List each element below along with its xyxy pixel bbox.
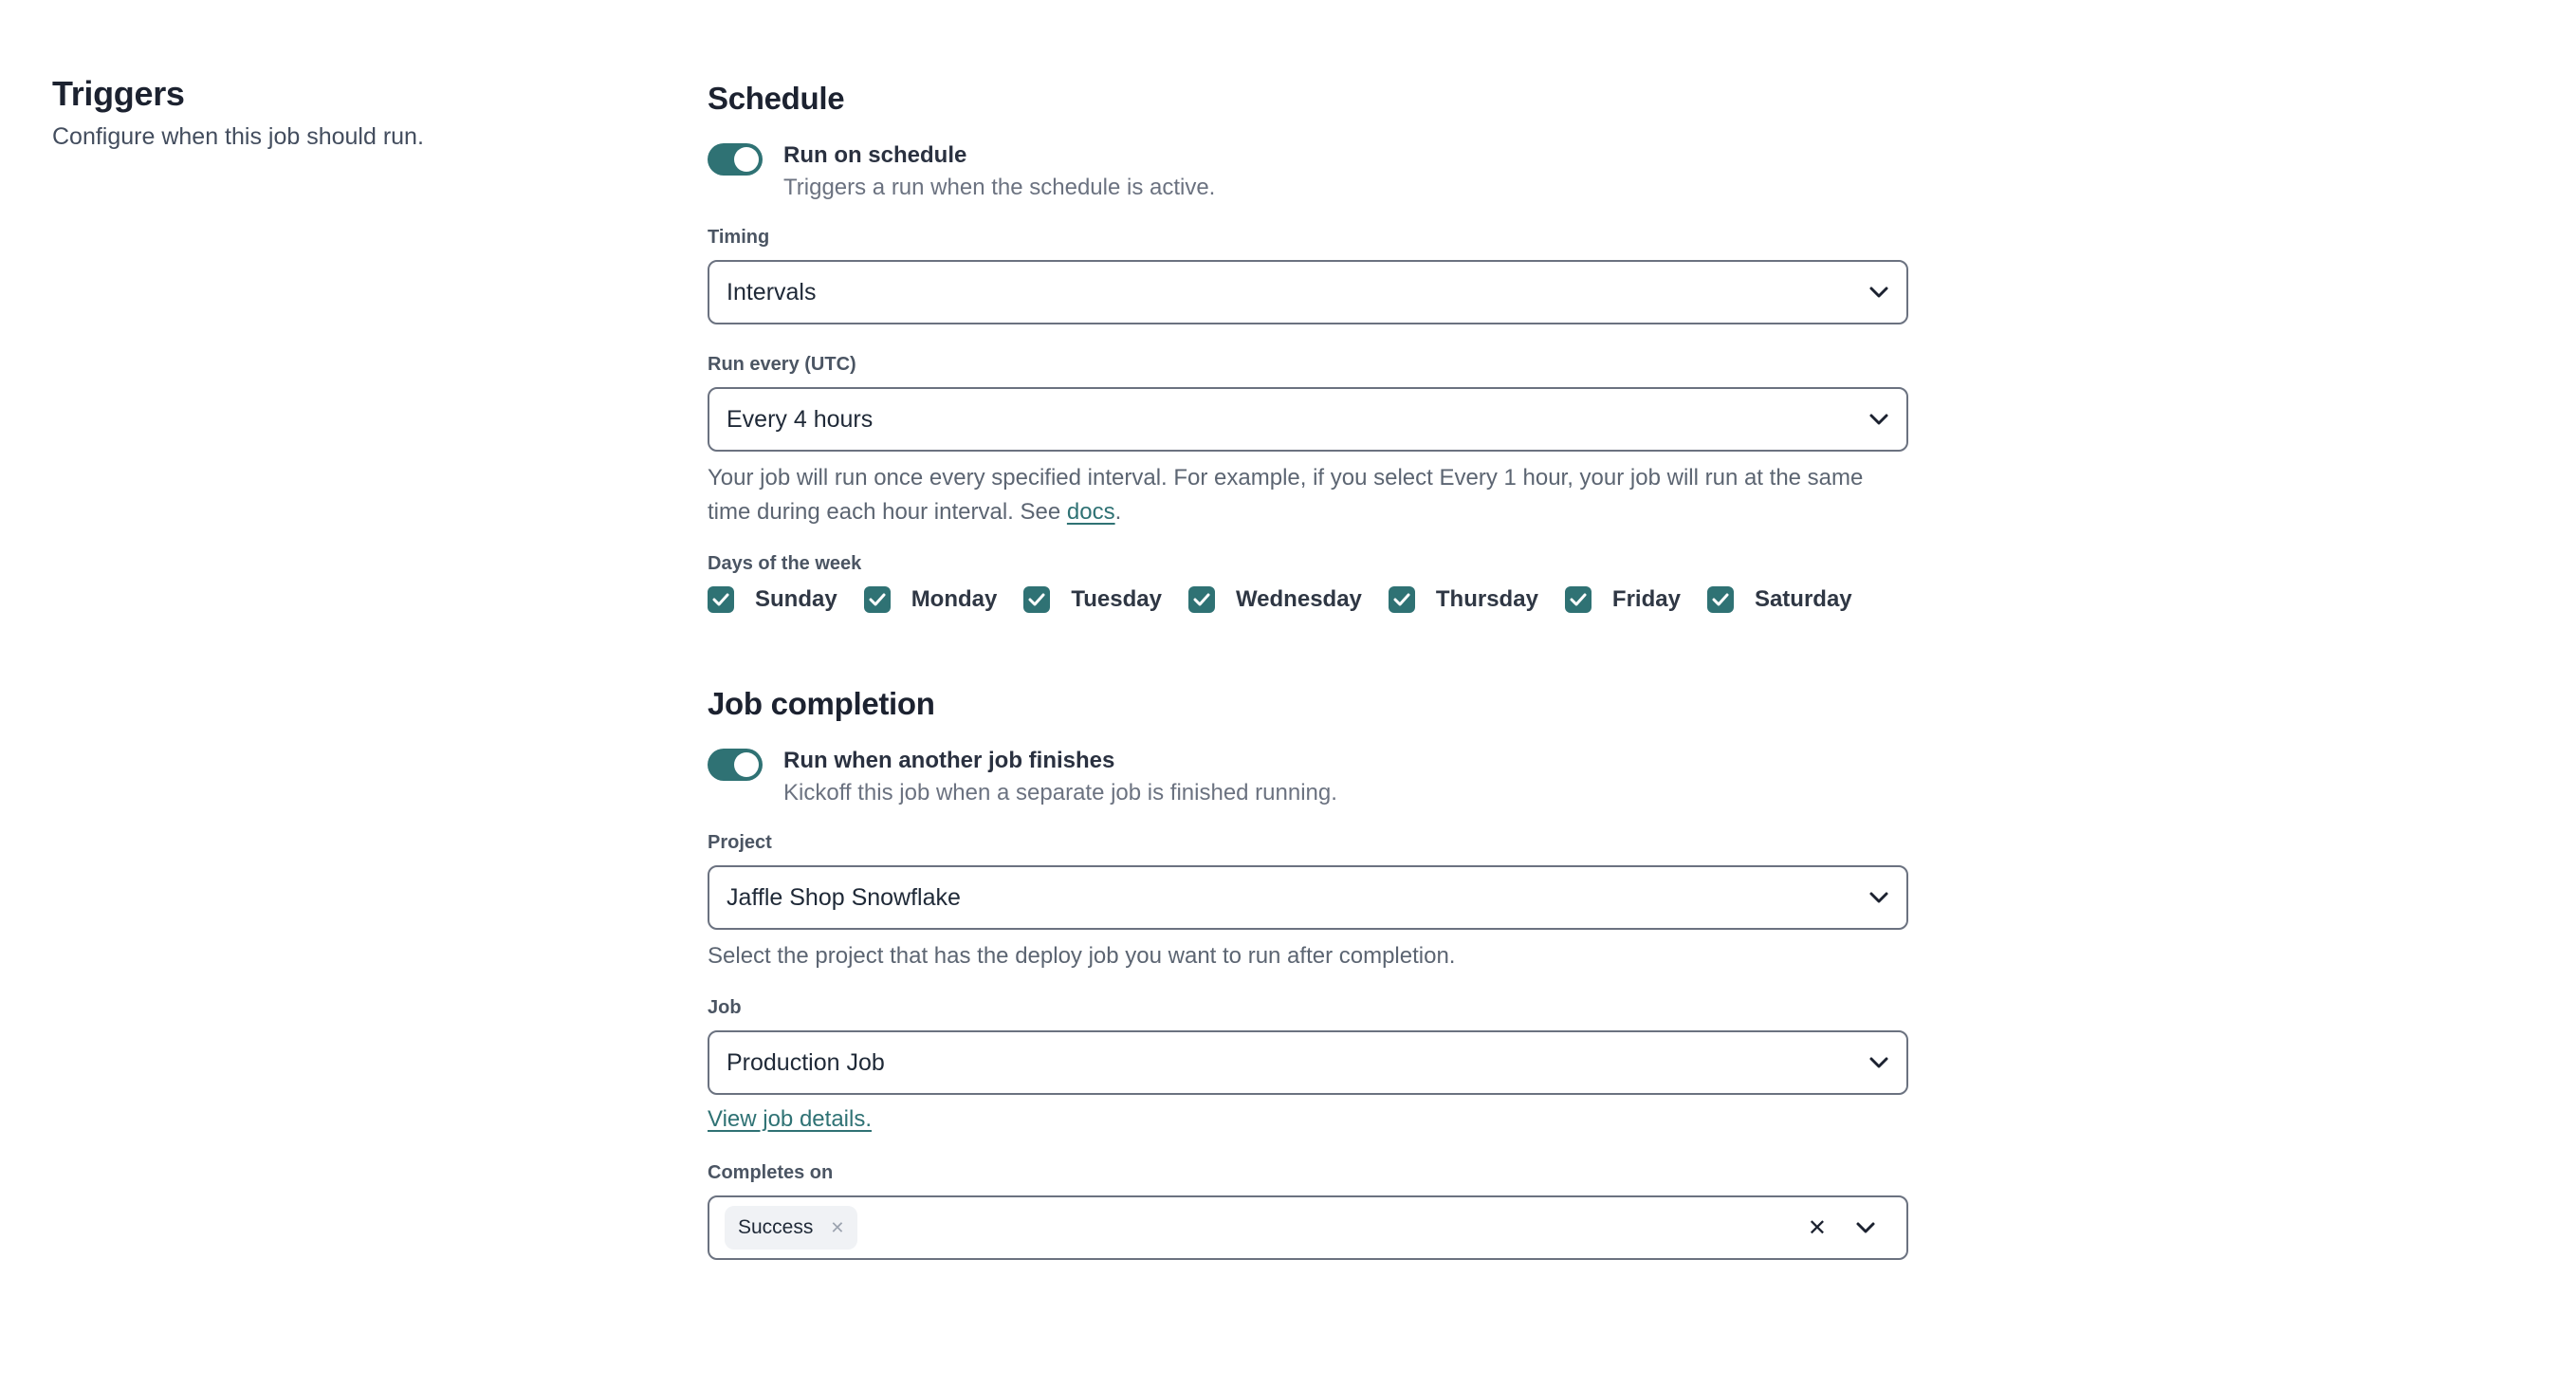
run-after-job-description: Kickoff this job when a separate job is … <box>783 780 1337 806</box>
job-value: Production Job <box>727 1048 885 1076</box>
run-after-job-label: Run when another job finishes <box>783 748 1115 773</box>
job-field: Job Production Job View job details. <box>708 996 1908 1137</box>
run-on-schedule-row: Run on schedule Triggers a run when the … <box>708 140 1908 205</box>
run-every-help-text: Your job will run once every specified i… <box>708 465 1864 525</box>
checkbox-checked-icon[interactable] <box>1706 586 1734 613</box>
day-checkbox-wednesday[interactable]: Wednesday <box>1187 586 1362 613</box>
day-label: Thursday <box>1435 586 1538 612</box>
selected-tags: Success ✕ <box>725 1206 1808 1250</box>
day-label: Wednesday <box>1235 586 1362 612</box>
chevron-down-icon <box>1868 409 1889 430</box>
checkbox-checked-icon[interactable] <box>863 586 891 613</box>
day-checkbox-saturday[interactable]: Saturday <box>1706 586 1852 613</box>
tag-label: Success <box>738 1216 814 1238</box>
chevron-down-icon <box>1868 282 1889 303</box>
chevron-down-icon <box>1868 1052 1889 1073</box>
day-label: Monday <box>911 586 998 612</box>
checkbox-checked-icon[interactable] <box>1564 586 1592 613</box>
remove-tag-icon[interactable]: ✕ <box>830 1218 844 1238</box>
chevron-down-icon <box>1868 887 1889 908</box>
run-every-help: Your job will run once every specified i… <box>708 461 1908 529</box>
run-after-job-row: Run when another job finishes Kickoff th… <box>708 746 1908 810</box>
checkbox-checked-icon[interactable] <box>1023 586 1051 613</box>
project-help: Select the project that has the deploy j… <box>708 943 1456 969</box>
timing-label: Timing <box>708 227 770 248</box>
tag-success: Success ✕ <box>725 1206 858 1250</box>
project-value: Jaffle Shop Snowflake <box>727 883 961 911</box>
run-every-label: Run every (UTC) <box>708 354 856 375</box>
timing-value: Intervals <box>727 278 817 306</box>
clear-selection-icon[interactable]: ✕ <box>1808 1214 1827 1242</box>
day-label: Friday <box>1611 586 1681 612</box>
page-description: Configure when this job should run. <box>52 123 424 150</box>
day-label: Sunday <box>755 586 837 612</box>
run-every-select[interactable]: Every 4 hours <box>708 387 1908 452</box>
checkbox-checked-icon[interactable] <box>1388 586 1415 613</box>
day-checkbox-monday[interactable]: Monday <box>863 586 998 613</box>
run-every-value: Every 4 hours <box>727 405 874 433</box>
toggle-knob <box>734 147 759 172</box>
job-label: Job <box>708 997 742 1018</box>
days-of-week-field: Days of the week Sunday Monday Tuesday W… <box>708 552 1908 613</box>
run-on-schedule-toggle[interactable] <box>708 143 763 176</box>
schedule-section-title: Schedule <box>708 81 845 116</box>
day-checkbox-tuesday[interactable]: Tuesday <box>1023 586 1162 613</box>
view-job-details-link[interactable]: View job details. <box>708 1106 872 1132</box>
page-title: Triggers <box>52 74 185 113</box>
day-checkbox-friday[interactable]: Friday <box>1564 586 1681 613</box>
days-checkbox-group: Sunday Monday Tuesday Wednesday Thursday… <box>708 586 1908 613</box>
help-suffix: . <box>1114 499 1122 525</box>
timing-field: Timing Intervals <box>708 226 1908 324</box>
day-checkbox-sunday[interactable]: Sunday <box>708 586 837 613</box>
checkbox-checked-icon[interactable] <box>708 586 734 613</box>
job-select[interactable]: Production Job <box>708 1030 1908 1095</box>
checkbox-checked-icon[interactable] <box>1187 586 1215 613</box>
toggle-knob <box>734 752 759 777</box>
project-field: Project Jaffle Shop Snowflake Select the… <box>708 831 1908 973</box>
project-label: Project <box>708 832 772 853</box>
completes-on-multiselect[interactable]: Success ✕ ✕ <box>708 1195 1908 1260</box>
run-on-schedule-label: Run on schedule <box>783 142 967 168</box>
job-details-link-row: View job details. <box>708 1102 1908 1137</box>
docs-link[interactable]: docs <box>1067 499 1115 525</box>
day-label: Tuesday <box>1071 586 1162 612</box>
days-of-week-label: Days of the week <box>708 553 862 574</box>
job-completion-section-title: Job completion <box>708 686 935 721</box>
triggers-form: Schedule Run on schedule Triggers a run … <box>708 78 1908 1260</box>
run-after-job-toggle[interactable] <box>708 749 763 781</box>
completes-on-field: Completes on Success ✕ ✕ <box>708 1161 1908 1260</box>
completes-on-label: Completes on <box>708 1162 834 1183</box>
run-on-schedule-description: Triggers a run when the schedule is acti… <box>783 175 1216 200</box>
run-every-field: Run every (UTC) Every 4 hours Your job w… <box>708 353 1908 529</box>
day-checkbox-thursday[interactable]: Thursday <box>1388 586 1538 613</box>
chevron-down-icon[interactable] <box>1855 1217 1876 1238</box>
timing-select[interactable]: Intervals <box>708 260 1908 324</box>
project-select[interactable]: Jaffle Shop Snowflake <box>708 865 1908 930</box>
triggers-header: Triggers Configure when this job should … <box>52 74 621 151</box>
day-label: Saturday <box>1754 586 1852 612</box>
